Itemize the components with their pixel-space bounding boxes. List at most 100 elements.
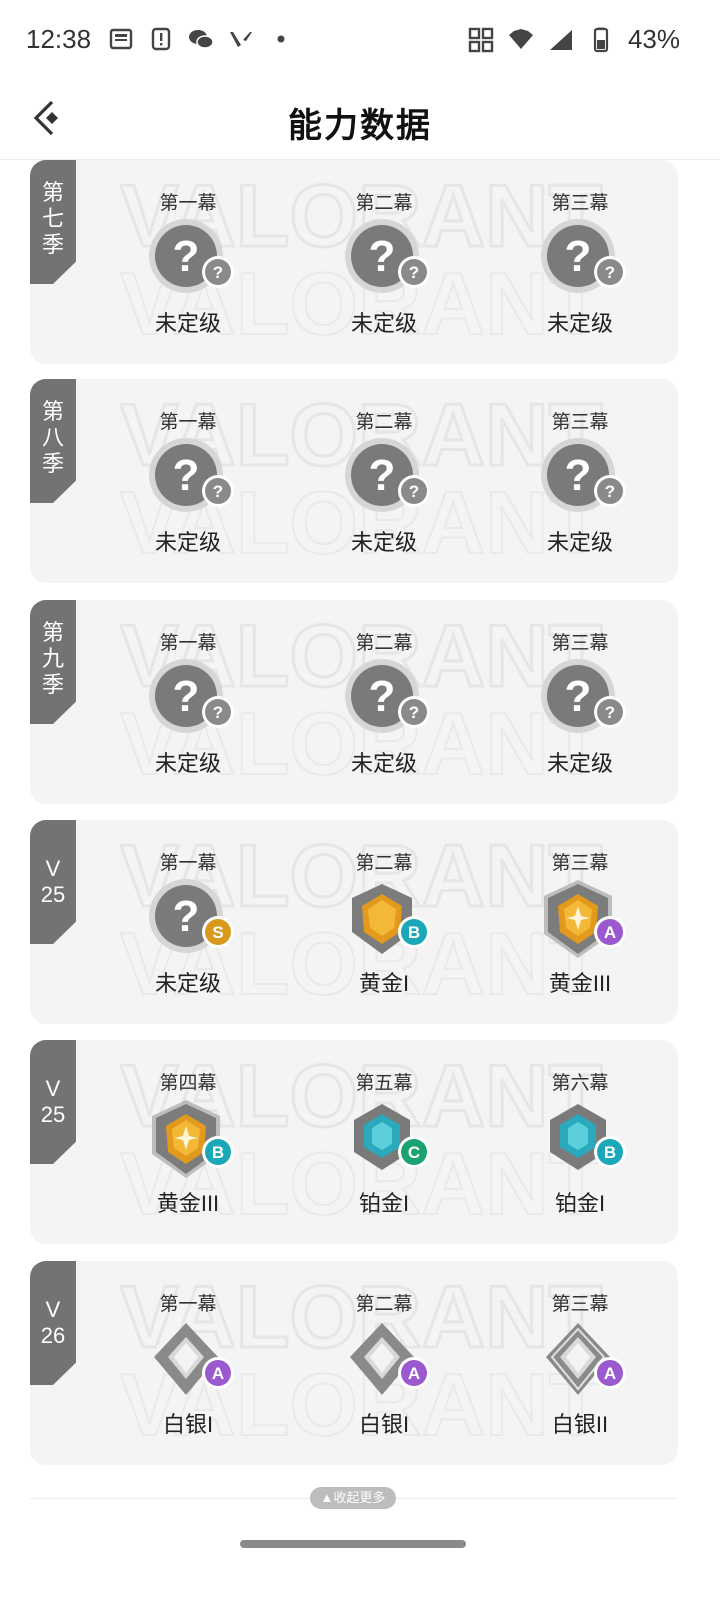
rank-emblem-icon: A [544, 880, 626, 958]
rank-emblem-icon: ?? [541, 438, 626, 512]
grade-badge: C [408, 1143, 420, 1162]
act-name: 第一幕 [159, 412, 217, 433]
grade-badge: B [604, 1143, 616, 1162]
act-item[interactable]: 第二幕?? 未定级 [314, 379, 454, 583]
rank-name: 未定级 [350, 530, 417, 555]
act-item[interactable]: 第二幕 B 黄金I [314, 820, 454, 1024]
act-name: 第三幕 [551, 193, 609, 214]
act-name: 第三幕 [551, 633, 609, 654]
season-card: VALORANT VALORANT 第七季 第一幕?? 未定级 第二幕?? 未定级 第… [30, 160, 678, 364]
act-item[interactable]: 第三幕?? 未定级 [510, 160, 650, 364]
rank-emblem-icon: ?? [149, 659, 234, 733]
rank-emblem-icon: A [546, 1323, 626, 1395]
svg-text:?: ? [173, 892, 200, 941]
season-card: VALORANT VALORANT V 26 第一幕 A 白银I 第二幕 A 白银I 第三幕… [30, 1261, 678, 1465]
act-name: 第一幕 [159, 193, 217, 214]
act-item[interactable]: 第三幕 A 白银II [510, 1261, 650, 1465]
act-name: 第二幕 [355, 412, 413, 433]
svg-text:?: ? [369, 672, 396, 721]
season-card: VALORANT VALORANT 第九季 第一幕?? 未定级 第二幕?? 未定级 第… [30, 600, 678, 804]
rank-emblem-icon: ?? [541, 659, 626, 733]
act-item[interactable]: 第三幕 A 黄金III [510, 820, 650, 1024]
rank-name: 未定级 [154, 311, 221, 336]
rank-emblem-icon: ?? [345, 438, 430, 512]
status-time: 12:38 [26, 24, 92, 54]
act-item[interactable]: 第五幕 C 铂金I [314, 1040, 454, 1244]
rank-emblem-icon: B [152, 1100, 234, 1178]
wifi-icon [508, 28, 533, 49]
act-item[interactable]: 第三幕?? 未定级 [510, 600, 650, 804]
rank-name: 黄金I [358, 971, 410, 996]
page-title: 能力数据 [288, 107, 432, 145]
act-name: 第一幕 [159, 1294, 217, 1315]
rank-name: 未定级 [350, 311, 417, 336]
grade-badge: B [408, 923, 420, 942]
act-name: 第三幕 [551, 412, 609, 433]
rank-emblem-icon: ?? [345, 219, 430, 293]
svg-text:?: ? [565, 672, 592, 721]
rank-emblem-icon: ?? [345, 659, 430, 733]
rank-name: 未定级 [546, 311, 613, 336]
act-item[interactable]: 第三幕?? 未定级 [510, 379, 650, 583]
rank-emblem-icon: ? S [149, 879, 234, 953]
svg-text:?: ? [369, 451, 396, 500]
grade-badge: A [604, 1364, 616, 1383]
collapse-more-button[interactable]: ▲收起更多 [310, 1487, 396, 1509]
rank-name: 未定级 [154, 751, 221, 776]
season-tag: 第七季 [30, 160, 76, 284]
season-tag: V 26 [30, 1261, 76, 1385]
act-item[interactable]: 第一幕?? 未定级 [118, 160, 258, 364]
grade-badge: ? [409, 703, 419, 722]
rank-name: 未定级 [546, 751, 613, 776]
season-card: VALORANT VALORANT V 25 第一幕? S 未定级 第二幕 B 黄金I 第三… [30, 820, 678, 1024]
act-item[interactable]: 第二幕 A 白银I [314, 1261, 454, 1465]
rank-emblem-icon: ?? [541, 219, 626, 293]
act-item[interactable]: 第一幕?? 未定级 [118, 600, 258, 804]
rank-emblem-icon: B [352, 884, 430, 954]
act-item[interactable]: 第六幕 B 铂金I [510, 1040, 650, 1244]
system-icons: 43% [468, 24, 680, 55]
grade-badge: ? [213, 482, 223, 501]
grade-badge: ? [409, 263, 419, 282]
rank-name: 未定级 [350, 751, 417, 776]
season-tag: 第八季 [30, 379, 76, 503]
rank-name: 未定级 [154, 971, 221, 996]
svg-text:?: ? [369, 232, 396, 281]
news-icon [109, 28, 133, 50]
rank-name: 铂金I [358, 1191, 410, 1216]
act-name: 第五幕 [355, 1073, 413, 1094]
rank-emblem-icon: A [154, 1323, 234, 1395]
season-card: VALORANT VALORANT 第八季 第一幕?? 未定级 第二幕?? 未定级 第… [30, 379, 678, 583]
page-header: 能力数据 [0, 80, 720, 160]
chevron-up-icon: ▲ [320, 1490, 334, 1505]
act-item[interactable]: 第一幕?? 未定级 [118, 379, 258, 583]
rank-name: 未定级 [546, 530, 613, 555]
data-icon [468, 27, 494, 52]
act-item[interactable]: 第一幕? S 未定级 [118, 820, 258, 1024]
rank-name: 铂金I [554, 1191, 606, 1216]
battery-icon [593, 27, 609, 52]
svg-text:?: ? [565, 232, 592, 281]
act-name: 第四幕 [159, 1073, 217, 1094]
notification-icons [108, 26, 294, 52]
grade-badge: A [212, 1364, 224, 1383]
act-item[interactable]: 第二幕?? 未定级 [314, 600, 454, 804]
act-name: 第二幕 [355, 853, 413, 874]
grade-badge: ? [605, 482, 615, 501]
grade-badge: ? [605, 263, 615, 282]
grade-badge: ? [213, 263, 223, 282]
home-indicator[interactable] [240, 1540, 466, 1548]
act-item[interactable]: 第四幕 B 黄金III [118, 1040, 258, 1244]
act-item[interactable]: 第二幕?? 未定级 [314, 160, 454, 364]
grade-badge: A [604, 923, 616, 942]
act-name: 第一幕 [159, 633, 217, 654]
season-card: VALORANT VALORANT V 25 第四幕 B 黄金III 第五幕 C 铂金I 第… [30, 1040, 678, 1244]
svg-text:?: ? [173, 672, 200, 721]
grade-badge: B [212, 1143, 224, 1162]
svg-text:?: ? [565, 451, 592, 500]
alert-icon [151, 27, 171, 51]
wechat-icon [189, 30, 214, 49]
season-tag: 第九季 [30, 600, 76, 724]
dot-icon [277, 35, 285, 43]
act-item[interactable]: 第一幕 A 白银I [118, 1261, 258, 1465]
